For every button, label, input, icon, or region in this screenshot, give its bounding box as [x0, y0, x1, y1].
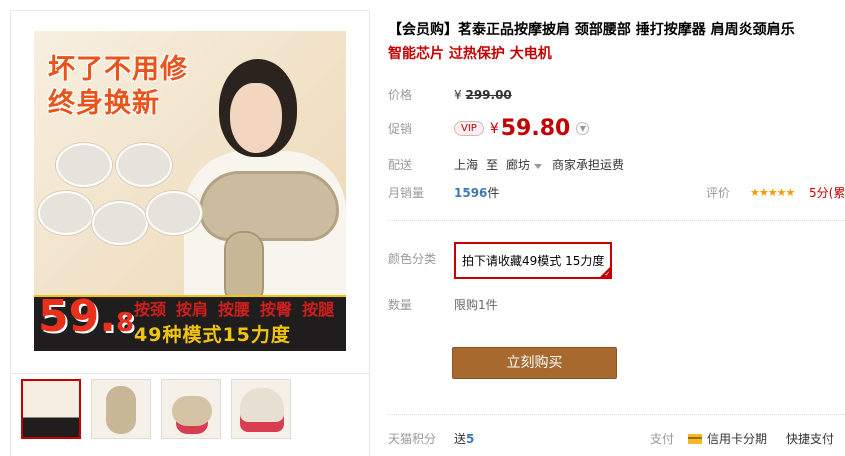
image-price: 59.8 — [38, 291, 135, 342]
feature-circle — [92, 201, 148, 245]
thumbnail-4[interactable] — [231, 379, 291, 439]
model-face-graphic — [230, 83, 282, 153]
headline-line-2: 终身换新 — [48, 88, 160, 119]
rating-stars: ★★★★★ — [750, 186, 795, 199]
buy-now-button[interactable]: 立刻购买 — [452, 347, 617, 379]
body-part-tags: 按颈 按肩 按腰 按臀 按腿 — [134, 295, 334, 321]
tag-shoulder: 按肩 — [176, 300, 209, 319]
credit-installment-link[interactable]: 信用卡分期 — [688, 430, 767, 447]
product-info: 【会员购】茗泰正品按摩披肩 颈部腰部 捶打按摩器 肩周炎颈肩乐 智能芯片 过热保… — [388, 0, 845, 456]
original-price: ¥ 299.00 — [454, 87, 512, 102]
main-product-image[interactable]: 坏了不用修 终身换新 按颈 按肩 按腰 按臀 按腿 59.8 49种模式15力度 — [34, 31, 346, 351]
product-title: 【会员购】茗泰正品按摩披肩 颈部腰部 捶打按摩器 肩周炎颈肩乐 — [388, 22, 795, 38]
ship-destination-select[interactable]: 廊坊 — [506, 156, 552, 173]
chevron-down-icon[interactable]: ▼ — [576, 122, 590, 135]
feature-circle — [146, 191, 202, 235]
sales-row: 月销量 1596 件 评价 ★★★★★ 5分(累 — [388, 184, 845, 201]
tag-waist: 按腰 — [218, 300, 251, 319]
color-option-label: 拍下请收藏49模式 15力度 — [462, 254, 605, 268]
thumbnail-list — [21, 379, 291, 439]
points-value: 5 — [466, 431, 475, 446]
ship-to-word: 至 — [486, 158, 499, 172]
sales-count: 1596 — [454, 185, 488, 200]
tag-hip: 按臀 — [260, 300, 293, 319]
promo-currency: ¥ — [489, 120, 499, 137]
thumbnail-3[interactable] — [161, 379, 221, 439]
sales-label: 月销量 — [388, 186, 425, 200]
gallery-divider — [11, 373, 369, 374]
image-subline: 49种模式15力度 — [134, 324, 291, 346]
credit-card-icon — [688, 433, 702, 444]
color-option-selected[interactable]: 拍下请收藏49模式 15力度 — [454, 242, 613, 279]
shipping-row: 配送 上海 至 廊坊 商家承担运费 — [388, 156, 845, 173]
massager-graphic — [199, 171, 339, 241]
bottom-bar: 天猫积分 送 5 支付 信用卡分期 快捷支付 — [388, 414, 845, 456]
image-headline: 坏了不用修 终身换新 — [48, 53, 198, 121]
shipping-label: 配送 — [388, 158, 413, 172]
ship-from: 上海 — [454, 158, 479, 172]
thumbnail-2[interactable] — [91, 379, 151, 439]
thumbnail-1[interactable] — [21, 379, 81, 439]
feature-circle — [56, 143, 112, 187]
tag-neck: 按颈 — [134, 300, 167, 319]
tag-leg: 按腿 — [302, 300, 335, 319]
price-label: 价格 — [388, 88, 413, 102]
caret-down-icon — [534, 164, 543, 169]
promo-label: 促销 — [388, 122, 413, 136]
quantity-row: 数量 限购1件 — [388, 296, 845, 313]
promo-row: 促销 VIP ¥ 59.80 ▼ — [388, 116, 845, 141]
promo-price: 59.80 — [500, 116, 571, 141]
divider — [388, 220, 845, 221]
points-label: 天猫积分 — [388, 432, 437, 446]
points-prefix: 送 — [454, 432, 467, 446]
headline-line-1: 坏了不用修 — [48, 54, 188, 85]
rating-value[interactable]: 5分(累 — [809, 184, 845, 201]
sales-unit: 件 — [487, 186, 500, 200]
product-subtitle: 智能芯片 过热保护 大电机 — [388, 46, 552, 62]
pay-label: 支付 — [650, 432, 675, 446]
product-gallery: 坏了不用修 终身换新 按颈 按肩 按腰 按臀 按腿 59.8 49种模式15力度 — [10, 10, 370, 456]
quantity-label: 数量 — [388, 298, 413, 312]
shipping-fee: 商家承担运费 — [552, 158, 625, 172]
quantity-limit: 限购1件 — [454, 298, 498, 312]
vip-badge: VIP — [454, 121, 484, 136]
checkmark-icon — [600, 267, 611, 278]
color-label: 颜色分类 — [388, 252, 437, 266]
price-row: 价格 ¥ 299.00 — [388, 86, 845, 103]
rating-label: 评价 — [706, 186, 731, 200]
feature-circle — [116, 143, 172, 187]
express-pay-link[interactable]: 快捷支付 — [786, 430, 834, 447]
feature-circle — [38, 191, 94, 235]
